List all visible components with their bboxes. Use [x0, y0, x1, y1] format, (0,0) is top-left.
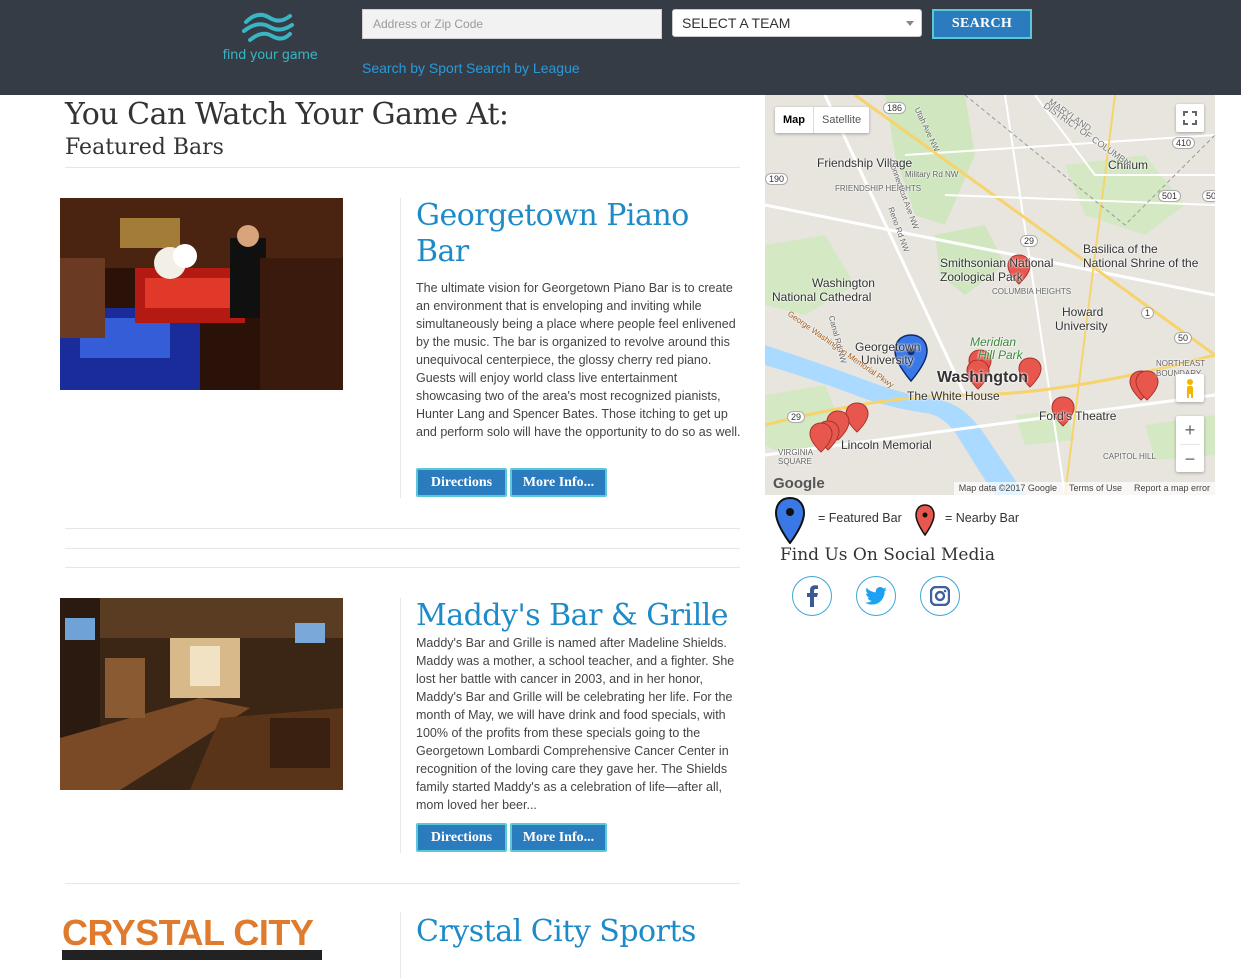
search-by-sport-link[interactable]: Search by Sport — [362, 60, 462, 76]
map-label: The White House — [907, 389, 1000, 403]
map-label: VIRGINIA SQUARE — [778, 448, 813, 466]
bar-description: Maddy's Bar and Grille is named after Ma… — [416, 636, 735, 812]
zoom-in-button[interactable]: + — [1185, 416, 1196, 444]
divider — [65, 167, 740, 168]
section-title: Featured Bars — [65, 135, 224, 160]
map-label: National Shrine of the — [1083, 256, 1199, 270]
social-media-title: Find Us On Social Media — [780, 545, 995, 565]
route-shield: 29 — [787, 411, 806, 423]
map-tab-map[interactable]: Map — [775, 107, 813, 133]
map-label: University — [1055, 319, 1108, 333]
nearby-bar-legend: = Nearby Bar — [945, 511, 1019, 525]
map-label: FRIENDSHIP HEIGHTS — [835, 184, 922, 193]
bar-name-crystal-city-sports[interactable]: Crystal City Sports — [416, 914, 741, 950]
map-tab-satellite[interactable]: Satellite — [813, 107, 869, 133]
logo-text: find your game — [222, 48, 318, 63]
more-info-button[interactable]: More Info... — [510, 468, 607, 497]
bar-name-maddys-bar-grille[interactable]: Maddy's Bar & Grille — [416, 598, 741, 634]
team-select[interactable]: SELECT A TEAM — [672, 9, 922, 37]
team-select-value: SELECT A TEAM — [682, 15, 791, 31]
map-label: Washington — [812, 276, 875, 290]
directions-button[interactable]: Directions — [416, 468, 507, 497]
map-label: Georgetown — [855, 340, 921, 354]
map-attribution: Map data ©2017 Google Terms of Use Repor… — [953, 482, 1215, 495]
route-shield: 50 — [1202, 190, 1215, 202]
featured-bar-legend: = Featured Bar — [818, 511, 902, 525]
vertical-divider — [400, 598, 401, 853]
zoom-out-button[interactable]: − — [1180, 444, 1200, 472]
map-label: Military Rd NW — [905, 170, 959, 179]
map-label: Smithsonian National — [940, 256, 1054, 270]
map-type-toggle: Map Satellite — [775, 107, 870, 133]
map-label: Washington — [937, 369, 1028, 386]
twitter-icon[interactable] — [856, 576, 896, 616]
facebook-icon[interactable] — [792, 576, 832, 616]
divider — [65, 567, 740, 568]
divider — [65, 548, 740, 549]
report-map-error-link[interactable]: Report a map error — [1134, 482, 1210, 495]
street-view-pegman-icon[interactable] — [1176, 374, 1204, 402]
bar-name-georgetown-piano-bar[interactable]: Georgetown Piano Bar — [416, 198, 726, 270]
site-header: find your game SELECT A TEAM SEARCH Sear… — [0, 0, 1241, 95]
route-shield: 29 — [1020, 235, 1039, 247]
zoom-controls: + − — [1176, 416, 1204, 472]
google-logo: Google — [773, 475, 825, 492]
map-label: Meridian — [970, 335, 1017, 349]
route-shield: 190 — [765, 173, 789, 185]
waves-logo-icon — [242, 12, 294, 42]
route-shield: 1 — [1141, 307, 1155, 319]
map-label: Howard — [1062, 305, 1104, 319]
crystal-city-logo-text: CRYSTAL CITY — [62, 912, 314, 953]
terms-of-use-link[interactable]: Terms of Use — [1069, 482, 1122, 495]
directions-button[interactable]: Directions — [416, 823, 507, 852]
map-label: National Cathedral — [772, 290, 872, 304]
route-shield: 50 — [1174, 332, 1193, 344]
more-info-button[interactable]: More Info... — [510, 823, 607, 852]
nearby-bar-marker-icon — [915, 504, 935, 536]
map-label: Zoological Park — [940, 270, 1023, 284]
map-label: Lincoln Memorial — [841, 438, 932, 452]
chevron-down-icon — [906, 21, 914, 26]
route-shield: 186 — [883, 102, 907, 114]
crystal-city-sports-logo[interactable]: CRYSTAL CITY — [60, 912, 343, 978]
instagram-icon[interactable] — [920, 576, 960, 616]
featured-bar-marker-icon — [775, 496, 805, 544]
map-label: CAPITOL HILL — [1103, 452, 1156, 461]
map-label: COLUMBIA HEIGHTS — [992, 287, 1072, 296]
address-search-input[interactable] — [362, 9, 662, 39]
vertical-divider — [400, 198, 401, 498]
map-label: Ford's Theatre — [1039, 409, 1117, 423]
search-by-league-link[interactable]: Search by League — [466, 60, 580, 76]
logo-bar-shape — [62, 950, 322, 960]
page-title: You Can Watch Your Game At: — [65, 97, 509, 132]
vertical-divider — [400, 912, 401, 978]
fullscreen-icon[interactable] — [1176, 104, 1204, 132]
maddys-bar-photo[interactable] — [60, 598, 343, 790]
divider — [65, 883, 740, 884]
georgetown-piano-bar-photo[interactable] — [60, 198, 343, 390]
bar-description: The ultimate vision for Georgetown Piano… — [416, 281, 741, 439]
map-data-text: Map data ©2017 Google — [958, 483, 1057, 493]
map-label: Hill Park — [978, 348, 1023, 362]
divider — [65, 528, 740, 529]
map-label: Basilica of the — [1083, 242, 1158, 256]
map-label: NORTHEAST — [1156, 359, 1206, 368]
search-button[interactable]: SEARCH — [932, 9, 1032, 39]
site-logo[interactable]: find your game — [222, 12, 318, 70]
map-view[interactable]: Friendship Village FRIENDSHIP HEIGHTS Ch… — [765, 95, 1215, 495]
route-shield: 410 — [1172, 137, 1196, 149]
route-shield: 501 — [1158, 190, 1182, 202]
